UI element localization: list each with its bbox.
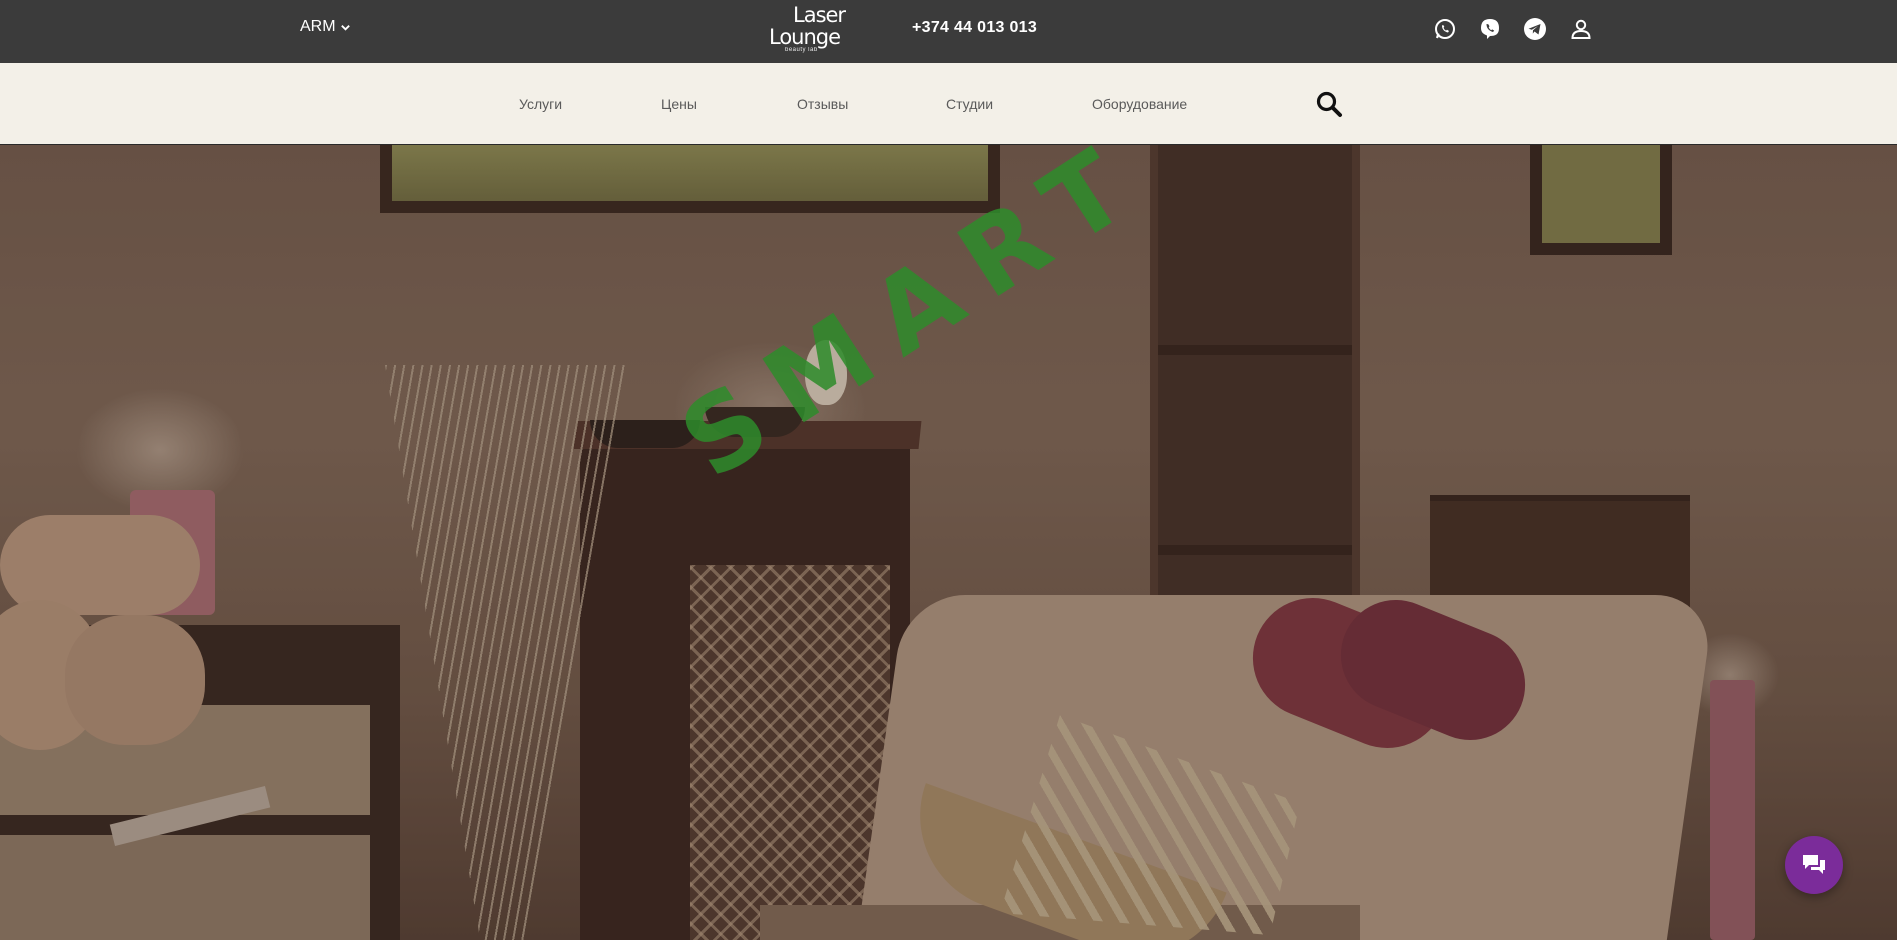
telegram-icon[interactable] — [1523, 17, 1547, 41]
nav-item-prices[interactable]: Цены — [661, 96, 697, 112]
search-icon[interactable] — [1315, 90, 1343, 118]
top-bar: ARM Laser Lounge beauty lab +374 44 013 … — [0, 0, 1897, 63]
user-icon[interactable] — [1569, 17, 1593, 41]
whatsapp-icon[interactable] — [1433, 17, 1457, 41]
nav-item-reviews[interactable]: Отзывы — [797, 96, 848, 112]
language-label: ARM — [300, 18, 336, 35]
phone-link[interactable]: +374 44 013 013 — [912, 19, 1037, 37]
nav-item-studios[interactable]: Студии — [946, 96, 993, 112]
language-selector[interactable]: ARM — [300, 18, 351, 36]
chevron-down-icon — [340, 24, 350, 31]
viber-icon[interactable] — [1478, 17, 1502, 41]
nav-item-services[interactable]: Услуги — [519, 96, 562, 112]
nav-item-equipment[interactable]: Оборудование — [1092, 96, 1187, 112]
logo-line-1: Laser — [793, 3, 846, 27]
chat-button[interactable] — [1785, 836, 1843, 894]
logo-tagline: beauty lab — [785, 47, 818, 53]
logo[interactable]: Laser Lounge beauty lab — [765, 4, 855, 56]
main-nav: Услуги Цены Отзывы Студии Оборудование — [0, 63, 1897, 145]
chat-icon — [1803, 855, 1825, 874]
